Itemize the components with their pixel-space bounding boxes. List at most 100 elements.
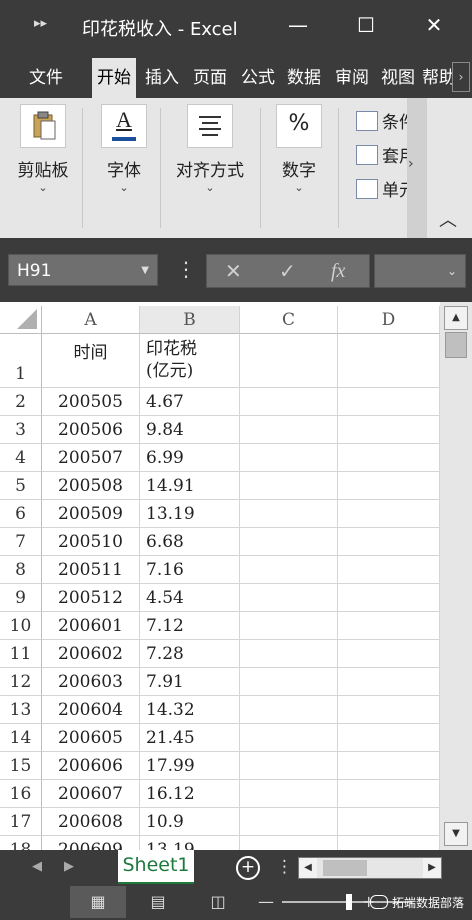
cell-b[interactable]: 17.99 <box>140 752 240 780</box>
vertical-scrollbar[interactable]: ▲ ▼ <box>440 302 472 850</box>
cell-d[interactable] <box>338 668 440 696</box>
cell-d[interactable] <box>338 612 440 640</box>
cell-a[interactable]: 200510 <box>42 528 140 556</box>
cell-a[interactable]: 200506 <box>42 416 140 444</box>
quick-access-icon[interactable]: ▸▸ <box>34 16 47 31</box>
zoom-slider-knob[interactable] <box>346 894 352 910</box>
cell-c[interactable] <box>240 556 338 584</box>
scroll-right-icon[interactable]: ▶ <box>423 858 441 878</box>
tab-data[interactable]: 数据 <box>282 58 326 98</box>
cell-d1[interactable] <box>338 334 440 388</box>
cell-d[interactable] <box>338 388 440 416</box>
cell-a[interactable]: 200608 <box>42 808 140 836</box>
column-header-b[interactable]: B <box>140 306 240 334</box>
tab-insert[interactable]: 插入 <box>140 58 184 98</box>
more-options-icon[interactable]: ⋮ <box>176 254 196 284</box>
normal-view-icon[interactable]: ▦ <box>70 886 126 918</box>
cell-c[interactable] <box>240 528 338 556</box>
row-header[interactable]: 11 <box>0 640 42 668</box>
scroll-up-icon[interactable]: ▲ <box>444 306 468 330</box>
cell-a[interactable]: 200509 <box>42 500 140 528</box>
sheet-prev-icon[interactable]: ◀ <box>32 850 42 884</box>
horizontal-scroll-thumb[interactable] <box>323 860 367 876</box>
cell-b[interactable]: 9.84 <box>140 416 240 444</box>
scroll-left-icon[interactable]: ◀ <box>299 858 317 878</box>
row-header[interactable]: 8 <box>0 556 42 584</box>
row-header[interactable]: 15 <box>0 752 42 780</box>
cell-c[interactable] <box>240 472 338 500</box>
select-all-button[interactable] <box>0 306 42 334</box>
cell-a1[interactable]: 时间 <box>42 334 140 388</box>
column-header-c[interactable]: C <box>240 306 338 334</box>
cell-d[interactable] <box>338 528 440 556</box>
cell-d[interactable] <box>338 696 440 724</box>
cell-d[interactable] <box>338 640 440 668</box>
number-group[interactable]: % 数字 ⌄ <box>270 104 328 194</box>
cell-b[interactable]: 13.19 <box>140 500 240 528</box>
minimize-button[interactable]: — <box>282 10 314 42</box>
collapse-ribbon-icon[interactable]: ︿ <box>430 206 466 234</box>
formula-input[interactable]: ⌄ <box>374 254 466 288</box>
cell-b[interactable]: 6.99 <box>140 444 240 472</box>
row-header[interactable]: 6 <box>0 500 42 528</box>
cell-d[interactable] <box>338 556 440 584</box>
ribbon-scroll-right-icon[interactable]: › <box>408 156 414 172</box>
cell-b[interactable]: 7.28 <box>140 640 240 668</box>
cell-c[interactable] <box>240 752 338 780</box>
scroll-down-icon[interactable]: ▼ <box>444 822 468 846</box>
worksheet-grid[interactable]: A B C D 1 时间 印花税 (亿元) 2 200505 4.67 3 200506… <box>0 302 440 850</box>
cell-b[interactable]: 14.32 <box>140 696 240 724</box>
row-header[interactable]: 18 <box>0 836 42 850</box>
row-header[interactable]: 16 <box>0 780 42 808</box>
cell-a[interactable]: 200507 <box>42 444 140 472</box>
horizontal-scrollbar[interactable]: ◀ ▶ <box>298 857 442 879</box>
cell-c[interactable] <box>240 584 338 612</box>
tab-file[interactable]: 文件 <box>14 58 78 98</box>
cell-a[interactable]: 200607 <box>42 780 140 808</box>
cell-c[interactable] <box>240 668 338 696</box>
row-header[interactable]: 3 <box>0 416 42 444</box>
cell-d[interactable] <box>338 780 440 808</box>
cell-a[interactable]: 200601 <box>42 612 140 640</box>
row-header[interactable]: 1 <box>0 334 42 388</box>
cancel-icon[interactable]: ✕ <box>225 255 242 287</box>
column-header-d[interactable]: D <box>338 306 440 334</box>
row-header[interactable]: 9 <box>0 584 42 612</box>
page-break-view-icon[interactable]: ◫ <box>190 886 246 918</box>
restore-button[interactable]: ☐ <box>350 10 382 42</box>
cell-a[interactable]: 200609 <box>42 836 140 850</box>
cell-d[interactable] <box>338 724 440 752</box>
tab-review[interactable]: 审阅 <box>330 58 374 98</box>
cell-b[interactable]: 13.19 <box>140 836 240 850</box>
cell-c[interactable] <box>240 388 338 416</box>
tab-scroll-right-icon[interactable]: › <box>452 62 470 92</box>
cell-c[interactable] <box>240 640 338 668</box>
tab-view[interactable]: 视图 <box>376 58 420 98</box>
row-header[interactable]: 4 <box>0 444 42 472</box>
cell-a[interactable]: 200508 <box>42 472 140 500</box>
vertical-scroll-thumb[interactable] <box>445 332 467 358</box>
cell-a[interactable]: 200606 <box>42 752 140 780</box>
add-sheet-icon[interactable]: + <box>236 856 260 880</box>
font-group[interactable]: A 字体 ⌄ <box>96 104 152 194</box>
close-button[interactable]: ✕ <box>418 10 450 42</box>
cell-b[interactable]: 4.67 <box>140 388 240 416</box>
cell-c[interactable] <box>240 612 338 640</box>
cell-a[interactable]: 200505 <box>42 388 140 416</box>
cell-d[interactable] <box>338 836 440 850</box>
cell-d[interactable] <box>338 584 440 612</box>
row-header[interactable]: 2 <box>0 388 42 416</box>
cell-c[interactable] <box>240 724 338 752</box>
row-header[interactable]: 5 <box>0 472 42 500</box>
cell-c[interactable] <box>240 500 338 528</box>
cell-b[interactable]: 10.9 <box>140 808 240 836</box>
cell-b[interactable]: 7.91 <box>140 668 240 696</box>
cell-d[interactable] <box>338 416 440 444</box>
cell-b[interactable]: 16.12 <box>140 780 240 808</box>
cell-a[interactable]: 200602 <box>42 640 140 668</box>
zoom-out-button[interactable]: — <box>258 884 274 920</box>
row-header[interactable]: 17 <box>0 808 42 836</box>
row-header[interactable]: 10 <box>0 612 42 640</box>
cell-b[interactable]: 21.45 <box>140 724 240 752</box>
cell-d[interactable] <box>338 472 440 500</box>
